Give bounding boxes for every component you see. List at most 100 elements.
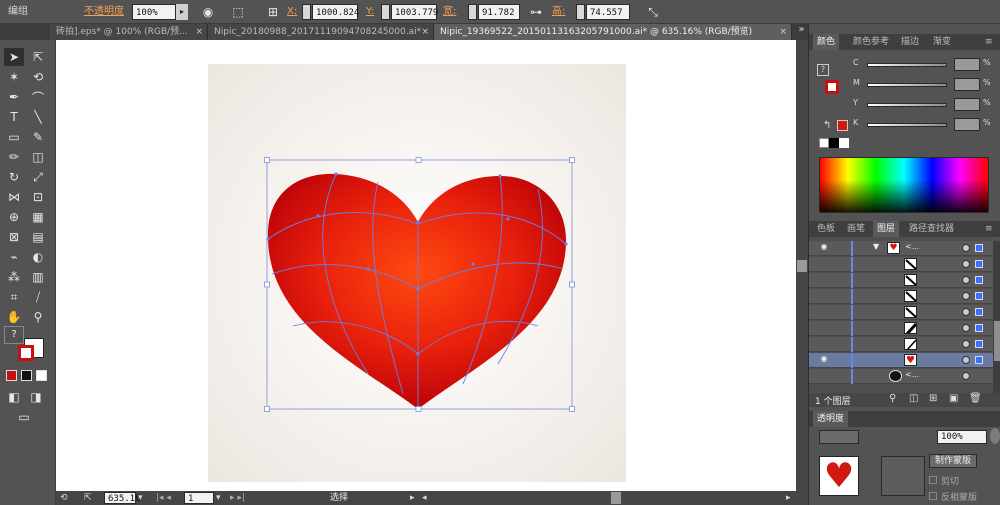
horizontal-scroll-thumb[interactable] [611,492,621,504]
scroll-thumb[interactable] [994,321,1000,361]
clip-checkbox[interactable] [929,476,937,484]
magic-wand-tool-icon[interactable]: ✶ [4,68,24,86]
pencil-tool-icon[interactable]: ✏ [4,148,24,166]
trash-icon[interactable]: 🗑 [969,393,982,404]
direct-selection-tool-icon[interactable]: ⇱ [28,48,48,66]
layer-row-path[interactable] [809,321,993,336]
scroll-thumb[interactable] [797,260,807,272]
none-mode-icon[interactable] [36,370,47,381]
make-mask-button[interactable]: 制作蒙版 [929,454,978,468]
target-icon[interactable] [962,292,970,300]
help-icon[interactable]: ? [4,326,24,344]
invert-mask-checkbox[interactable] [929,492,937,500]
magenta-field[interactable] [954,78,980,91]
hand-tool-icon[interactable]: ✋ [4,308,24,326]
panel-stroke-swatch[interactable] [825,80,839,94]
heart-artwork[interactable] [208,64,626,482]
x-field[interactable]: 1000.824 [312,4,359,20]
tab-transparency[interactable]: 透明度 [813,411,849,427]
selected-art-indicator[interactable] [975,292,983,300]
tab-overflow-icon[interactable]: » [795,24,808,40]
yellow-field[interactable] [954,98,980,111]
yellow-slider[interactable] [867,103,947,107]
selected-art-indicator[interactable] [975,260,983,268]
status-menu-icon[interactable]: ▸ [410,492,420,504]
export-icon[interactable]: ⇱ [84,492,98,504]
layers-scrollbar[interactable] [993,241,1000,396]
item-name[interactable]: <... [905,370,919,379]
panel-menu-icon[interactable]: ≡ [981,34,997,50]
layer-row-heart[interactable]: ◉ ♥ [809,353,993,368]
screen-mode-icon[interactable]: ▭ [14,408,34,426]
black-slider-row[interactable]: K % [853,118,993,132]
vertical-scrollbar[interactable] [796,40,808,491]
color-spectrum[interactable] [819,157,989,213]
draw-behind-icon[interactable]: ◨ [26,388,46,406]
gradient-tool-icon[interactable]: ▤ [28,228,48,246]
constrain-link-icon[interactable]: ⊶ [528,4,544,20]
paintbrush-tool-icon[interactable]: ✎ [28,128,48,146]
document-canvas[interactable] [56,40,796,491]
zoom-tool-icon[interactable]: ⚲ [28,308,48,326]
tab-gradient[interactable]: 渐变 [929,34,955,50]
transform-reference-icon[interactable]: ⊞ [264,4,282,20]
tab-document-1[interactable]: 砖拍].eps* @ 100% (RGB/预... × [50,24,208,40]
new-layer-icon[interactable]: ▣ [949,393,958,404]
transform-icon[interactable]: ⤡ [644,4,662,20]
line-tool-icon[interactable]: ╲ [28,108,48,126]
draw-normal-icon[interactable]: ◧ [4,388,24,406]
selected-art-indicator[interactable] [975,324,983,332]
free-transform-tool-icon[interactable]: ⊡ [28,188,48,206]
y-stepper[interactable] [381,4,390,20]
layer-row-group[interactable]: ◉ ▼ ♥ <... [809,241,993,256]
scale-tool-icon[interactable]: ⤢ [28,168,48,186]
layer-row-path[interactable] [809,305,993,320]
black-field[interactable] [954,118,980,131]
target-icon[interactable] [962,244,970,252]
layer-row-path[interactable] [809,257,993,272]
target-icon[interactable] [962,356,970,364]
tab-color-guide[interactable]: 颜色参考 [849,34,893,50]
disclosure-triangle-icon[interactable]: ▼ [873,242,879,251]
recolor-icon[interactable]: ◉ [200,4,216,20]
type-tool-icon[interactable]: T [4,108,24,126]
eye-icon[interactable]: ◉ [819,242,829,253]
curvature-tool-icon[interactable]: ⌒ [28,88,48,106]
y-field[interactable]: 1003.779 [391,4,438,20]
height-stepper[interactable] [576,4,585,20]
scroll-left-icon[interactable]: ◂ [422,492,430,504]
locate-object-icon[interactable]: ⚲ [889,393,896,404]
out-of-gamut-icon[interactable]: ↰ [823,120,831,131]
target-icon[interactable] [962,260,970,268]
new-sublayer-icon[interactable]: ⊞ [929,393,937,404]
artboard-nav-icon[interactable]: ⟲ [60,492,80,504]
group-name[interactable]: <... [905,242,919,251]
target-icon[interactable] [962,308,970,316]
selected-art-indicator[interactable] [975,340,983,348]
blend-mode-select[interactable] [819,430,859,444]
opacity-field[interactable]: 100% [937,430,987,444]
blend-tool-icon[interactable]: ◐ [28,248,48,266]
eyedropper-tool-icon[interactable]: ⌁ [4,248,24,266]
zoom-field[interactable]: 635.16 [104,492,141,504]
tab-brushes[interactable]: 画笔 [843,221,869,237]
yellow-slider-row[interactable]: Y % [853,98,993,112]
selected-art-indicator[interactable] [975,276,983,284]
layer-row-path[interactable] [809,289,993,304]
tab-pathfinder[interactable]: 路径查找器 [905,221,958,237]
close-icon[interactable]: × [195,24,203,40]
target-icon[interactable] [962,372,970,380]
close-icon[interactable]: × [779,24,787,40]
eraser-tool-icon[interactable]: ◫ [28,148,48,166]
opacity-dropdown-icon[interactable] [990,428,1000,444]
target-icon[interactable] [962,324,970,332]
opacity-label[interactable]: 不透明度 [84,4,124,20]
lasso-tool-icon[interactable]: ⟲ [28,68,48,86]
artboard-tool-icon[interactable]: ⌗ [4,288,24,306]
tab-document-3[interactable]: Nipic_19369522_20150113163205791000.ai* … [434,24,792,40]
tab-swatches[interactable]: 色板 [813,221,839,237]
target-icon[interactable] [962,340,970,348]
selected-art-indicator[interactable] [975,244,983,252]
opacity-field[interactable]: 100% [132,4,176,20]
opacity-dropdown-icon[interactable]: ▸ [176,4,188,20]
